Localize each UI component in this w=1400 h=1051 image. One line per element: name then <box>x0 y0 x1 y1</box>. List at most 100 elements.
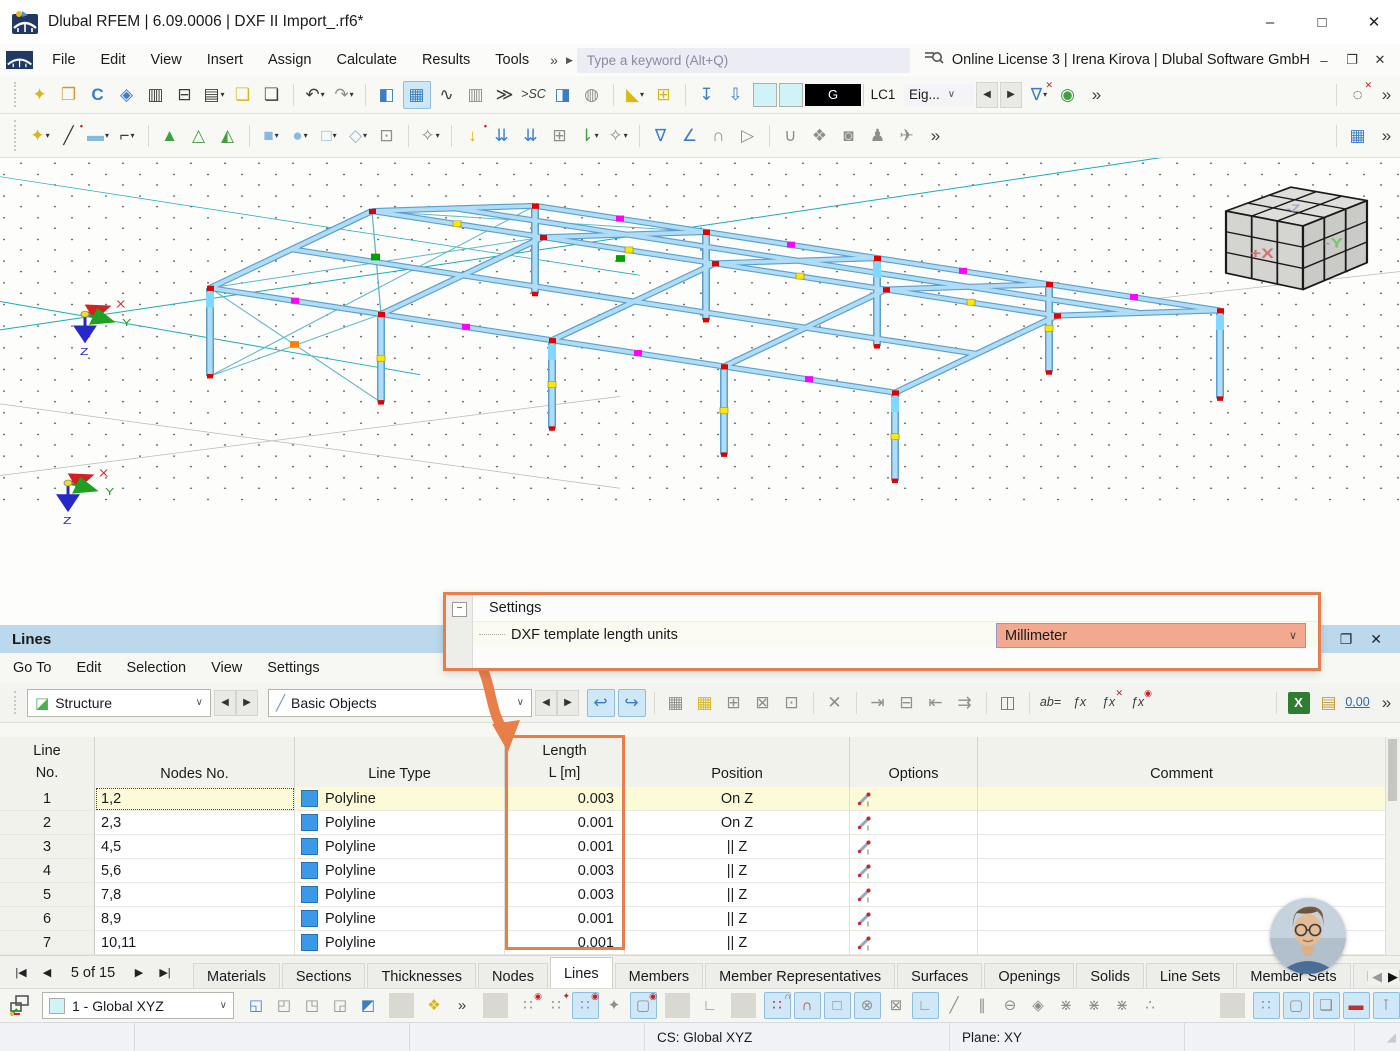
panel-button[interactable]: ◨ <box>550 82 576 108</box>
cell-position[interactable]: || Z <box>625 859 850 883</box>
col-header-comment[interactable]: Comment <box>978 737 1386 787</box>
length-units-dropdown[interactable]: Millimeter ∨ <box>996 623 1306 648</box>
ribbon-minimize-icon[interactable]: – <box>1310 53 1338 68</box>
settings-group-header[interactable]: Settings <box>473 595 1318 621</box>
edit-model-data-button[interactable]: ▥ <box>143 82 169 108</box>
guidelines-button[interactable]: ❖ <box>422 993 447 1018</box>
tab-materials[interactable]: Materials <box>193 963 280 989</box>
selection-visibility-button[interactable]: ▢◉ <box>630 992 657 1019</box>
model-manager-button[interactable]: ◈ <box>114 82 140 108</box>
selection-frame-button[interactable]: ▢ <box>1283 992 1310 1019</box>
zoom-reset-button[interactable]: ◌✕ <box>1345 82 1371 108</box>
cell-line-no[interactable]: 5 <box>0 883 95 907</box>
cell-line-type[interactable]: Polyline <box>295 787 505 811</box>
cell-nodes[interactable]: 8,9 <box>95 907 295 931</box>
snap-grid-button[interactable]: ∷∩ <box>764 992 791 1019</box>
save-button[interactable]: ⊟ <box>172 82 198 108</box>
cell-position[interactable]: || Z <box>625 883 850 907</box>
snap-circle-button[interactable]: ⊗ <box>854 992 881 1019</box>
new-surface-button[interactable]: ■▾ <box>258 123 284 149</box>
cell-length[interactable]: 0.001 <box>505 907 625 931</box>
ribbon-float-icon[interactable]: ❐ <box>1338 52 1366 68</box>
more-buttons[interactable]: » <box>1374 123 1400 149</box>
more-guide-buttons[interactable]: » <box>450 993 475 1018</box>
walk-mode-button[interactable]: ♟ <box>865 123 891 149</box>
cell-line-no[interactable]: 7 <box>0 931 95 955</box>
cell-options[interactable]: I <box>850 907 978 931</box>
collapse-icon[interactable]: − <box>452 602 467 617</box>
cell-line-no[interactable]: 1 <box>0 787 95 811</box>
result-surfaces-button[interactable]: ❖ <box>807 123 833 149</box>
new-member-support-button[interactable]: ◭ <box>215 123 241 149</box>
category-selector[interactable]: ╱ Basic Objects ∨ <box>268 689 532 717</box>
snap-extension-button[interactable]: ⋇ <box>1110 993 1135 1018</box>
cell-position[interactable]: || Z <box>625 835 850 859</box>
menu-assign[interactable]: Assign <box>257 52 323 68</box>
result-values-button[interactable]: ∪ <box>778 123 804 149</box>
tab-member-representatives[interactable]: Member Representatives <box>705 963 895 989</box>
new-cs-button[interactable]: ◱ <box>244 993 269 1018</box>
redo-button[interactable]: ↷▾ <box>331 82 357 108</box>
cell-line-no[interactable]: 6 <box>0 907 95 931</box>
cell-line-type[interactable]: Polyline <box>295 859 505 883</box>
maximize-button[interactable]: □ <box>1296 0 1348 44</box>
col-header-options[interactable]: Options <box>850 737 978 787</box>
snap-parallel-button[interactable]: ∥ <box>970 993 995 1018</box>
cell-options[interactable]: I <box>850 811 978 835</box>
cell-line-no[interactable]: 3 <box>0 835 95 859</box>
close-button[interactable]: ✕ <box>1348 0 1400 44</box>
search-list-icon[interactable] <box>924 50 944 70</box>
keyword-search-input[interactable] <box>577 48 910 73</box>
lp-menu-edit[interactable]: Edit <box>65 660 112 676</box>
menu-file[interactable]: File <box>41 52 86 68</box>
delete-content-button[interactable]: ⊠ <box>750 690 776 716</box>
cell-nodes[interactable]: 5,6 <box>95 859 295 883</box>
import-form-button[interactable]: ▤ <box>1316 690 1342 716</box>
tab-surfaces[interactable]: Surfaces <box>897 963 982 989</box>
printout-report-button[interactable]: ❏ <box>259 82 285 108</box>
diagrams-button[interactable]: ∿ <box>434 82 460 108</box>
move-object-button[interactable]: ◰ <box>272 993 297 1018</box>
guideline-new-button[interactable]: ✦ <box>602 993 627 1018</box>
background-grid-button[interactable]: ∷ <box>1253 992 1280 1019</box>
formula-view-button[interactable]: ƒx◉ <box>1125 690 1151 716</box>
render-mode-button[interactable]: ◙ <box>836 123 862 149</box>
filter-view-button[interactable]: ∇ <box>648 123 674 149</box>
filter-loads-button[interactable]: ∇✕▾ <box>1026 82 1052 108</box>
edit-in-dialog-button[interactable]: ▦ <box>692 690 718 716</box>
select-rows-button[interactable]: ⊡ <box>779 690 805 716</box>
panel-float-icon[interactable]: ❐ <box>1340 631 1353 648</box>
table-navigator-button[interactable]: ▥ <box>463 82 489 108</box>
new-member-button[interactable]: ▬▾ <box>85 123 111 149</box>
pin-button[interactable]: ⊺ <box>1373 992 1400 1019</box>
new-imperfection-button[interactable]: ⇂▾ <box>576 123 602 149</box>
viewport-3d[interactable]: X Y Z X Y Z <box>0 158 1400 625</box>
new-polyline-button[interactable]: ⌐▾ <box>114 123 140 149</box>
support-center-button[interactable]: ◍ <box>579 82 605 108</box>
scroll-tabs-left-icon[interactable]: ◀ <box>1372 969 1382 985</box>
new-nodal-support-button[interactable]: ▲ <box>157 123 183 149</box>
scroll-tabs-right-icon[interactable]: ▶ <box>1388 969 1398 985</box>
move-right-button[interactable]: ⇉ <box>952 690 978 716</box>
jump-next-button[interactable]: ↪ <box>618 689 646 717</box>
cell-line-no[interactable]: 2 <box>0 811 95 835</box>
animation-button[interactable]: ▷ <box>735 123 761 149</box>
previous-table-button[interactable]: ◀ <box>34 966 60 979</box>
menu-results[interactable]: Results <box>411 52 481 68</box>
dimensions-button[interactable]: ▬ <box>1343 992 1370 1019</box>
load-case-label[interactable]: LC1 <box>863 84 902 106</box>
new-surface-load-button[interactable]: ⊞ <box>547 123 573 149</box>
cell-options[interactable]: I <box>850 787 978 811</box>
cell-length[interactable]: 0.001 <box>505 811 625 835</box>
cell-length[interactable]: 0.003 <box>505 883 625 907</box>
more-table-buttons[interactable]: » <box>1374 690 1400 716</box>
cell-nodes[interactable]: 2,3 <box>95 811 295 835</box>
snap-magnet-button[interactable]: ∩ <box>794 992 821 1019</box>
next-table-button[interactable]: ▶ <box>126 966 152 979</box>
cell-position[interactable]: || Z <box>625 907 850 931</box>
table-row[interactable]: 2 2,3 Polyline 0.001 On Z I <box>0 811 1386 835</box>
new-node-button[interactable]: ✦▾ <box>27 123 53 149</box>
next-load-case-button[interactable]: ▶ <box>1000 82 1022 108</box>
undo-button[interactable]: ↶▾ <box>302 82 328 108</box>
new-special-object-button[interactable]: ✧▾ <box>417 123 443 149</box>
